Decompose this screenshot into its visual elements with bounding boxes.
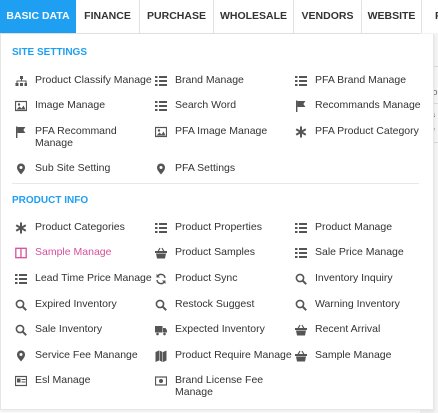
map-pin-icon <box>15 350 27 362</box>
menu-item-label: Warning Inventory <box>315 298 400 310</box>
sync-icon <box>155 273 167 285</box>
menu-item-label: Expired Inventory <box>35 298 117 310</box>
menu-item-label: Expected Inventory <box>175 323 265 335</box>
menu-item-label: Recommands Manage <box>315 99 421 111</box>
flag-icon <box>295 100 307 112</box>
asterisk-icon <box>15 222 27 234</box>
tab-website[interactable]: WEBSITE <box>362 0 422 33</box>
menu-item-label: Restock Suggest <box>175 298 255 310</box>
menu-item-label: PFA Image Manage <box>175 125 268 137</box>
tab-partial[interactable]: F <box>422 0 438 33</box>
sitemap-icon <box>15 75 27 87</box>
menu-item-label: Image Manage <box>35 99 106 111</box>
menu-item-label: PFA Brand Manage <box>315 74 407 86</box>
menu-item-label: Product Sync <box>175 272 238 284</box>
menu-item-label: Recent Arrival <box>315 323 381 335</box>
list-icon <box>295 75 307 87</box>
list-icon <box>155 222 167 234</box>
menu-item-label: Product Properties <box>175 221 262 233</box>
search-icon <box>295 299 307 311</box>
search-icon <box>15 324 27 336</box>
menu-item-label: PFA Product Category <box>315 125 419 137</box>
top-nav: BASIC DATA FINANCE PURCHASE WHOLESALE VE… <box>0 0 438 34</box>
list-icon <box>155 100 167 112</box>
tab-purchase[interactable]: PURCHASE <box>140 0 214 33</box>
section-title-site-settings: SITE SETTINGS <box>12 47 88 58</box>
money-icon <box>155 375 167 387</box>
menu-item-label: Sub Site Setting <box>35 162 111 174</box>
menu-item-label: Product Require Manage <box>175 349 292 361</box>
search-icon <box>295 273 307 285</box>
map-pin-icon <box>15 163 27 175</box>
menu-item-label: Esl Manage <box>35 374 91 386</box>
menu-item-label: PFA Settings <box>175 162 236 174</box>
menu-item-label: Brand Manage <box>175 74 244 86</box>
basket-icon <box>155 247 167 259</box>
columns-icon <box>15 247 27 259</box>
section-divider <box>12 183 419 184</box>
tab-basic-data[interactable]: BASIC DATA <box>0 0 76 33</box>
list-icon <box>295 222 307 234</box>
image-icon <box>15 100 27 112</box>
id-card-icon <box>15 375 27 387</box>
tab-wholesale[interactable]: WHOLESALE <box>214 0 294 33</box>
menu-item-label: Search Word <box>175 99 237 111</box>
menu-item-label: Service Fee Manange <box>35 349 138 361</box>
menu-item-label: Product Manage <box>315 221 393 233</box>
menu-item-label: PFA Recommand Manage <box>35 125 117 149</box>
map-pin-icon <box>155 163 167 175</box>
menu-item-label: Product Categories <box>35 221 125 233</box>
menu-item-label: Sample Manage <box>315 349 392 361</box>
menu-item-label: Inventory Inquiry <box>315 272 393 284</box>
flag-icon <box>15 126 27 138</box>
truck-icon <box>155 324 167 336</box>
menu-item-label: Product Samples <box>175 246 255 258</box>
search-icon <box>15 299 27 311</box>
section-title-product-info: PRODUCT INFO <box>12 195 89 206</box>
tab-vendors[interactable]: VENDORS <box>294 0 362 33</box>
map-icon <box>155 350 167 362</box>
menu-item-label: Sample Manage <box>35 246 112 258</box>
list-icon <box>295 247 307 259</box>
search-icon <box>155 299 167 311</box>
asterisk-icon <box>295 126 307 138</box>
list-icon <box>15 273 27 285</box>
basket-icon <box>295 324 307 336</box>
menu-item-label: Sale Inventory <box>35 323 103 335</box>
menu-item-label: Lead Time Price Manage <box>35 272 152 284</box>
menu-item-label: Sale Price Manage <box>315 246 404 258</box>
tab-finance[interactable]: FINANCE <box>76 0 140 33</box>
image-icon <box>155 126 167 138</box>
menu-item-label: Brand License Fee Manage <box>175 374 264 398</box>
list-icon <box>155 75 167 87</box>
menu-item-label: Product Classify Manage <box>35 74 152 86</box>
basket-icon <box>295 350 307 362</box>
